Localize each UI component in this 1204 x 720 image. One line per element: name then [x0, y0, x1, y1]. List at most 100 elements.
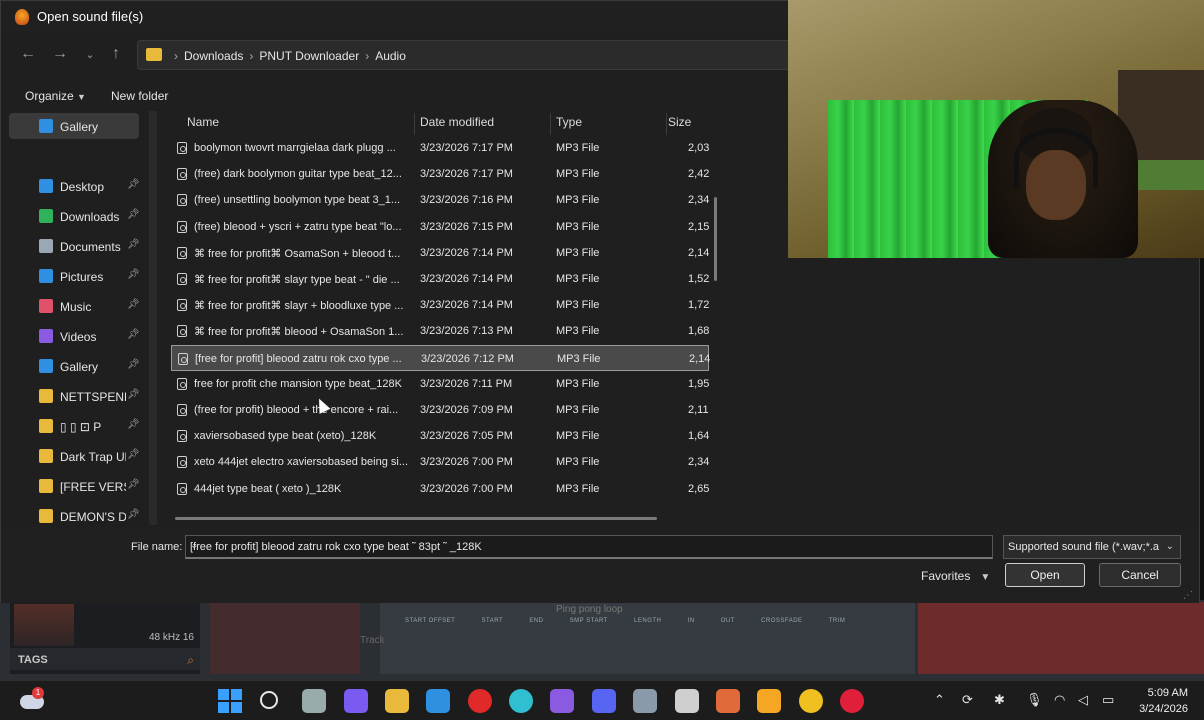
opera-gx-icon[interactable]: [840, 689, 864, 713]
breadcrumb-pnut-downloader[interactable]: PNUT Downloader: [259, 49, 359, 63]
pin-icon[interactable]: 📌︎: [127, 179, 140, 190]
breadcrumb-audio[interactable]: Audio: [375, 49, 406, 63]
pin-icon[interactable]: 📌︎: [127, 359, 140, 370]
up-arrow-icon[interactable]: ↑: [105, 45, 127, 63]
steam-icon[interactable]: [675, 689, 699, 713]
knob-label[interactable]: OUT: [721, 618, 735, 624]
horizontal-scrollbar[interactable]: [175, 517, 657, 520]
clipchamp-icon[interactable]: [550, 689, 574, 713]
pin-icon[interactable]: 📌︎: [127, 299, 140, 310]
file-row[interactable]: xeto 444jet electro xaviersobased being …: [171, 449, 709, 475]
sidebar-item[interactable]: DEMON'S DF📌︎: [9, 503, 149, 525]
chrome-icon[interactable]: [799, 689, 823, 713]
sidebar-item[interactable]: ▯ ▯ ⊡ P 📌︎: [9, 413, 149, 439]
discord-icon[interactable]: [592, 689, 616, 713]
sidebar-item[interactable]: Pictures 📌︎: [9, 263, 149, 289]
knob-label[interactable]: END: [529, 618, 543, 624]
column-name-header[interactable]: Name: [187, 115, 219, 129]
file-explorer-icon[interactable]: [385, 689, 409, 713]
bluetooth-icon[interactable]: ✱: [994, 692, 1005, 708]
open-button[interactable]: Open: [1005, 563, 1085, 587]
file-row[interactable]: ⌘ free for profit⌘ slayr + bloodluxe typ…: [171, 292, 709, 318]
task-view-icon[interactable]: [302, 689, 326, 713]
column-size-header[interactable]: Size: [668, 115, 691, 129]
file-row[interactable]: xaviersobased type beat (xeto)_128K 3/23/…: [171, 423, 709, 449]
file-type-filter[interactable]: Supported sound file (*.wav;*.a ⌄: [1003, 535, 1181, 559]
favorites-button[interactable]: Favorites ▼: [921, 569, 990, 583]
camera-icon[interactable]: [633, 689, 657, 713]
system-clock[interactable]: 5:09 AM 3/24/2026: [1130, 685, 1188, 717]
pin-icon[interactable]: 📌︎: [127, 479, 140, 490]
fl-studio-icon[interactable]: [757, 689, 781, 713]
new-folder-button[interactable]: New folder: [111, 89, 168, 103]
file-row[interactable]: free for profit che mansion type beat_12…: [171, 371, 709, 397]
breadcrumb-downloads[interactable]: Downloads: [184, 49, 243, 63]
chevron-up-icon[interactable]: ⌃: [934, 692, 945, 708]
sync-icon[interactable]: ⟳: [962, 692, 973, 708]
knob-label[interactable]: IN: [688, 618, 695, 624]
file-row[interactable]: 444jet type beat ( xeto )_128K 3/23/2026 …: [171, 476, 709, 502]
file-name-input[interactable]: [free for profit] bleood zatru rok cxo t…: [185, 535, 993, 559]
pin-icon[interactable]: 📌︎: [127, 509, 140, 520]
sidebar-item[interactable]: Documents 📌︎: [9, 233, 149, 259]
battery-icon[interactable]: ▭: [1102, 692, 1114, 708]
sidebar-item[interactable]: Gallery 📌︎: [9, 353, 149, 379]
search-icon[interactable]: [260, 691, 278, 709]
wifi-icon[interactable]: ◠: [1054, 692, 1065, 708]
knob-label[interactable]: LENGTH: [634, 618, 661, 624]
column-divider[interactable]: [414, 113, 415, 135]
ping-pong-loop-label[interactable]: Ping pong loop: [556, 604, 623, 615]
column-date-header[interactable]: Date modified: [420, 115, 494, 129]
edge-icon[interactable]: [509, 689, 533, 713]
pin-icon[interactable]: 📌︎: [127, 239, 140, 250]
sidebar-item[interactable]: Music 📌︎: [9, 293, 149, 319]
back-arrow-icon[interactable]: ←: [17, 45, 39, 63]
cancel-button[interactable]: Cancel: [1099, 563, 1181, 587]
forward-arrow-icon[interactable]: →: [49, 45, 71, 63]
file-row[interactable]: boolymon twovrt marrgielaa dark plugg ..…: [171, 135, 709, 161]
knob-label[interactable]: SMP START: [570, 618, 608, 624]
knob-label[interactable]: TRIM: [829, 618, 846, 624]
opera-icon[interactable]: [468, 689, 492, 713]
file-row[interactable]: (free) dark boolymon guitar type beat_12…: [171, 161, 709, 187]
pin-icon[interactable]: 📌︎: [127, 389, 140, 400]
column-type-header[interactable]: Type: [556, 115, 582, 129]
knob-label[interactable]: CROSSFADE: [761, 618, 803, 624]
vertical-scrollbar[interactable]: [714, 197, 717, 281]
search-icon[interactable]: ⌕: [187, 653, 194, 668]
knob-label[interactable]: START: [482, 618, 504, 624]
organize-button[interactable]: Organize ▼: [25, 89, 86, 103]
pin-icon[interactable]: 📌︎: [127, 329, 140, 340]
pin-icon[interactable]: 📌︎: [127, 419, 140, 430]
address-bar[interactable]: › Downloads › PNUT Downloader › Audio: [137, 40, 797, 70]
pin-icon[interactable]: 📌︎: [127, 449, 140, 460]
file-row[interactable]: (free for profit) bleood + the encore + …: [171, 397, 709, 423]
sidebar-item[interactable]: NETTSPEND 📌︎: [9, 383, 149, 409]
sidebar-item[interactable]: Downloads 📌︎: [9, 203, 149, 229]
sidebar-item[interactable]: [FREE VERSIC📌︎: [9, 473, 149, 499]
file-row[interactable]: ⌘ free for profit⌘ OsamaSon + bleood t..…: [171, 240, 709, 266]
speaker-icon[interactable]: ◁: [1078, 692, 1088, 708]
file-row[interactable]: [free for profit] bleood zatru rok cxo t…: [171, 344, 710, 371]
file-row[interactable]: (free) bleood + yscri + zatru type beat …: [171, 214, 709, 240]
game-icon[interactable]: [716, 689, 740, 713]
weather-widget[interactable]: 1: [20, 687, 46, 713]
sidebar-item[interactable]: Dark Trap Ult 📌︎: [9, 443, 149, 469]
sidebar-item[interactable]: Gallery: [9, 113, 139, 139]
pin-icon[interactable]: 📌︎: [127, 209, 140, 220]
sidebar-item[interactable]: Videos 📌︎: [9, 323, 149, 349]
file-row[interactable]: ⌘ free for profit⌘ bleood + OsamaSon 1..…: [171, 318, 709, 344]
sidebar-item[interactable]: Desktop 📌︎: [9, 173, 149, 199]
file-row[interactable]: ⌘ free for profit⌘ slayr type beat - " d…: [171, 266, 709, 292]
start-icon[interactable]: [218, 689, 242, 713]
chevron-down-icon[interactable]: ⌄: [79, 48, 101, 61]
column-divider[interactable]: [550, 113, 551, 135]
microphone-icon[interactable]: 🎙︎: [1026, 692, 1043, 708]
file-row[interactable]: (free) unsettling boolymon type beat 3_1…: [171, 187, 709, 213]
copilot-icon[interactable]: [344, 689, 368, 713]
resize-grip-icon[interactable]: ⋰: [1183, 590, 1193, 601]
pin-icon[interactable]: 📌︎: [127, 269, 140, 280]
chevron-down-icon[interactable]: ⌄: [190, 540, 986, 551]
knob-label[interactable]: START OFFSET: [405, 618, 455, 624]
column-divider[interactable]: [666, 113, 667, 135]
